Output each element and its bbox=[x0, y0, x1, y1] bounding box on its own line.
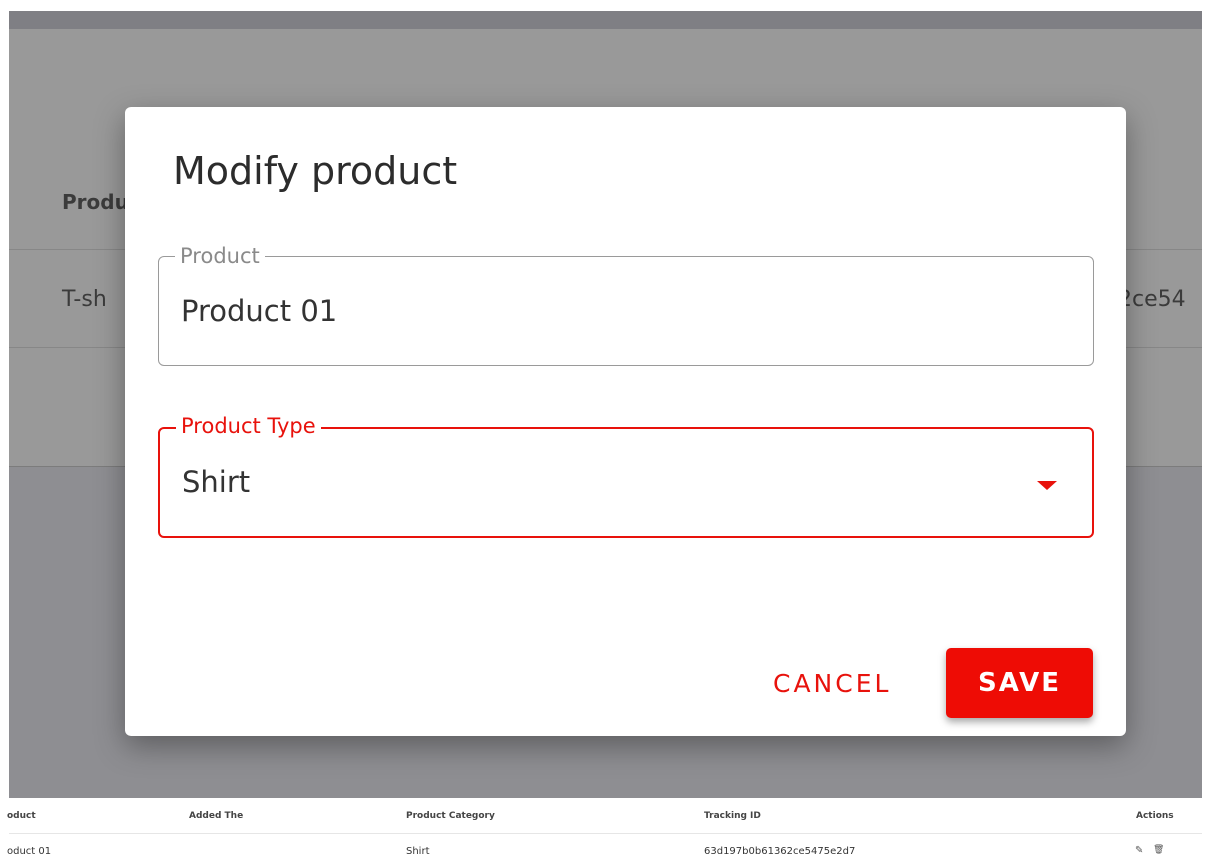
product-type-select[interactable]: Product Type Shirt bbox=[158, 415, 1094, 538]
column-header-actions: Actions bbox=[1136, 811, 1174, 821]
table-cell-tracking-id: 63d197b0b61362ce5475e2d7 bbox=[704, 846, 856, 857]
cancel-button[interactable]: CANCEL bbox=[759, 658, 905, 710]
dropdown-arrow-icon[interactable] bbox=[1037, 481, 1057, 490]
delete-icon[interactable]: 🗑 bbox=[1153, 845, 1164, 855]
save-button[interactable]: SAVE bbox=[946, 648, 1093, 718]
column-header-category[interactable]: Product Category bbox=[406, 811, 495, 821]
background-table-header-cell: Produ bbox=[62, 190, 129, 214]
backdrop-header-strip bbox=[9, 11, 1202, 29]
column-header-product[interactable]: oduct bbox=[7, 811, 36, 821]
edit-icon[interactable]: ✎ bbox=[1135, 845, 1143, 856]
modify-product-dialog: Modify product Product Product 01 Produc… bbox=[125, 107, 1126, 736]
column-header-added[interactable]: Added The bbox=[189, 811, 243, 821]
table-cell-product: oduct 01 bbox=[7, 846, 52, 857]
product-type-selected-value[interactable]: Shirt bbox=[182, 465, 250, 499]
table-cell-category: Shirt bbox=[406, 846, 430, 857]
product-name-label: Product bbox=[175, 245, 265, 267]
dialog-title: Modify product bbox=[173, 149, 458, 193]
background-table-cell: 2ce54 bbox=[1118, 287, 1186, 312]
product-name-field[interactable]: Product Product 01 bbox=[158, 245, 1094, 366]
product-type-label: Product Type bbox=[176, 415, 321, 437]
table-divider bbox=[9, 833, 1202, 834]
product-name-input-value[interactable]: Product 01 bbox=[181, 294, 337, 328]
products-table: oduct Added The Product Category Trackin… bbox=[0, 798, 1210, 863]
column-header-tracking-id[interactable]: Tracking ID bbox=[704, 811, 761, 821]
background-table-cell: T-sh bbox=[62, 287, 107, 312]
